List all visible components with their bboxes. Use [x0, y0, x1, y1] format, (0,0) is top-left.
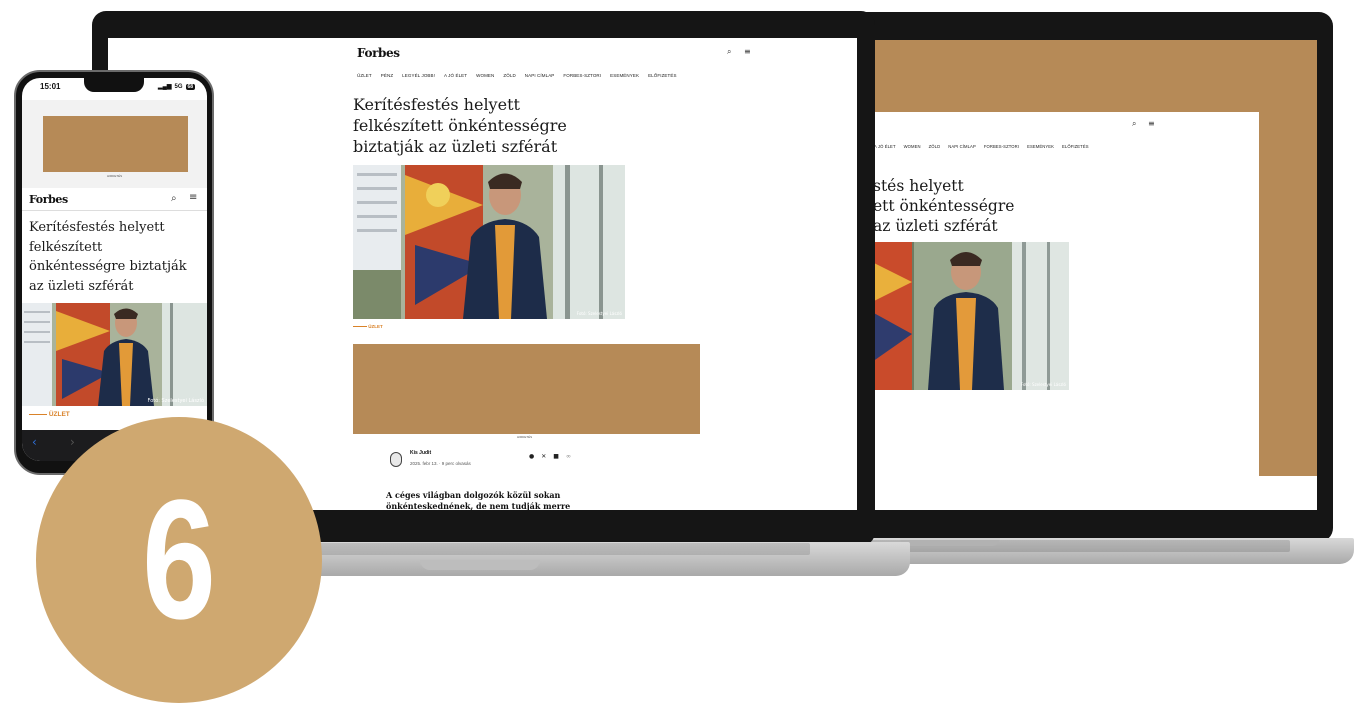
- right-laptop-screen: ⌕ ≡ A JÓ ÉLET WOMEN ZÖLD NAPI CÍMLAP FOR…: [862, 40, 1317, 510]
- title-line: Kerítésfestés helyett: [353, 95, 520, 114]
- article-meta: 2025. febr 13. · 9 perc olvasás: [410, 461, 471, 466]
- nav-item[interactable]: ESEMÉNYEK: [1027, 144, 1054, 149]
- lead-line: A céges világban dolgozók közül sokan: [386, 490, 561, 500]
- badge-number: 6: [142, 465, 216, 655]
- search-icon[interactable]: ⌕: [727, 48, 731, 56]
- author-avatar: [390, 452, 402, 467]
- phone-brand-logo[interactable]: Forbes: [29, 193, 68, 206]
- title-line: ett önkéntességre: [873, 197, 1015, 215]
- phone-category-row: ÜZLET: [29, 411, 70, 418]
- status-indicators: ▂▄▆ 5G 68: [158, 83, 196, 90]
- article-photo: Fotó: Szelestyei László: [353, 165, 625, 319]
- lead-line: önkénteskednének, de nem tudják merre: [386, 501, 571, 510]
- main-nav: ÜZLET PÉNZ LEGYÉL JOBB! A JÓ ÉLET WOMEN …: [357, 73, 677, 78]
- nav-item[interactable]: FORBES-SZTORI: [563, 73, 601, 78]
- dynamic-island: [84, 78, 144, 92]
- battery-icon: 68: [185, 83, 196, 90]
- article-lead: A céges világban dolgozók közül sokan ön…: [386, 490, 570, 510]
- phone-search-icon[interactable]: ⌕: [171, 194, 177, 204]
- photo-credit: Fotó: Szelestyei László: [1020, 382, 1066, 387]
- nav-item[interactable]: ZÖLD: [929, 144, 941, 149]
- nav-item[interactable]: FORBES-SZTORI: [984, 144, 1019, 149]
- category-line: [353, 326, 367, 328]
- menu-icon[interactable]: ≡: [1148, 120, 1155, 128]
- author-name[interactable]: Kis Judit: [410, 450, 431, 456]
- devices-mockup: ⌕ ≡ A JÓ ÉLET WOMEN ZÖLD NAPI CÍMLAP FOR…: [0, 0, 1354, 705]
- title-line: felkészített önkéntességre: [353, 116, 567, 135]
- link-icon[interactable]: ∞: [566, 454, 571, 460]
- right-article-photo: Fotó: Szelestyei László: [872, 242, 1069, 390]
- nav-item[interactable]: NAPI CÍMLAP: [525, 73, 555, 78]
- title-line: az üzleti szférát: [29, 278, 134, 294]
- nav-item[interactable]: WOMEN: [904, 144, 921, 149]
- status-time: 15:01: [40, 82, 61, 91]
- title-line: az üzleti szférát: [873, 217, 998, 235]
- phone-ad-banner[interactable]: [43, 116, 188, 172]
- nav-item[interactable]: PÉNZ: [381, 73, 393, 78]
- phone-category-tag[interactable]: ÜZLET: [49, 411, 70, 418]
- right-nav: A JÓ ÉLET WOMEN ZÖLD NAPI CÍMLAP FORBES-…: [874, 144, 1089, 149]
- ad-label: HIRDETÉS: [517, 435, 533, 439]
- read-time: 9 perc olvasás: [441, 461, 471, 466]
- nav-item[interactable]: LEGYÉL JOBB!: [402, 73, 435, 78]
- nav-item[interactable]: NAPI CÍMLAP: [948, 144, 976, 149]
- nav-item[interactable]: ÜZLET: [357, 73, 372, 78]
- facebook-icon[interactable]: ●: [529, 454, 534, 460]
- nav-item[interactable]: A JÓ ÉLET: [874, 144, 896, 149]
- nav-item[interactable]: ELŐFIZETÉS: [648, 73, 677, 78]
- network-type: 5G: [174, 83, 183, 90]
- right-side-ad: [1259, 112, 1317, 476]
- right-laptop-keys: [870, 540, 1290, 552]
- nav-item[interactable]: WOMEN: [476, 73, 494, 78]
- phone-article-photo: Fotó: Szelestyei László: [22, 303, 207, 406]
- nav-item[interactable]: ESEMÉNYEK: [610, 73, 639, 78]
- right-top-ad: [862, 40, 1317, 112]
- signal-icon: ▂▄▆: [158, 84, 172, 90]
- phone-header-divider: [22, 210, 207, 211]
- phone-ad-label: HIRDETÉS: [107, 174, 123, 178]
- title-line: biztatják az üzleti szférát: [353, 137, 558, 156]
- share-icons: ● ✕ ■ ∞: [529, 454, 571, 460]
- category-tag[interactable]: ÜZLET: [368, 324, 383, 329]
- photo-credit: Fotó: Szelestyei László: [576, 311, 622, 316]
- title-line: stés helyett: [873, 177, 964, 195]
- article-title: Kerítésfestés helyett felkészített önkén…: [353, 94, 567, 157]
- menu-icon[interactable]: ≡: [744, 48, 751, 56]
- nav-item[interactable]: ZÖLD: [503, 73, 515, 78]
- phone-menu-icon[interactable]: ≡: [189, 193, 197, 203]
- brand-logo[interactable]: Forbes: [357, 46, 400, 60]
- photo-credit: Fotó: Szelestyei László: [147, 398, 205, 404]
- title-line: önkéntességre biztatják: [29, 259, 187, 274]
- title-line: felkészített: [29, 239, 103, 255]
- search-icon[interactable]: ⌕: [1132, 120, 1136, 128]
- back-arrow-icon[interactable]: ‹: [32, 436, 37, 448]
- article-date: 2025. febr 13.: [410, 461, 438, 466]
- linkedin-icon[interactable]: ■: [553, 454, 559, 460]
- right-article-title: stés helyett ett önkéntességre az üzleti…: [873, 176, 1014, 236]
- forward-arrow-icon[interactable]: ›: [70, 436, 75, 448]
- title-line: Kerítésfestés helyett: [29, 220, 165, 235]
- nav-item[interactable]: A JÓ ÉLET: [444, 73, 467, 78]
- center-ad-banner[interactable]: [353, 344, 700, 434]
- category-row: ÜZLET: [353, 324, 383, 329]
- phone-article-title: Kerítésfestés helyett felkészített önkén…: [29, 218, 187, 296]
- nav-item[interactable]: ELŐFIZETÉS: [1062, 144, 1089, 149]
- center-laptop-notch: [420, 560, 540, 570]
- twitter-icon[interactable]: ✕: [541, 454, 546, 460]
- phone-screen: 15:01 ▂▄▆ 5G 68 HIRDETÉS Forbes ⌕ ≡ Kerí…: [22, 78, 207, 461]
- category-line: [29, 413, 47, 415]
